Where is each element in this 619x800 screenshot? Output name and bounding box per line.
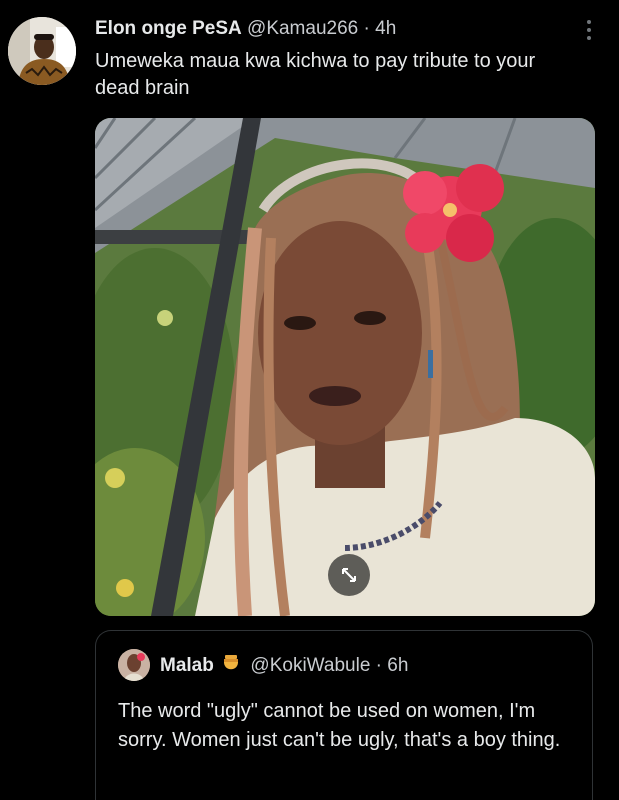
tweet-photo — [95, 118, 595, 616]
quote-header: Malab @KokiWabule · 6h — [160, 653, 408, 682]
quote-time[interactable]: 6h — [387, 655, 408, 676]
more-vertical-icon — [587, 20, 591, 40]
more-options-button[interactable] — [581, 16, 597, 44]
quote-avatar-image — [118, 649, 150, 681]
author-handle[interactable]: @Kamau266 — [247, 18, 358, 39]
tweet-time[interactable]: 4h — [375, 18, 396, 39]
tweet-text: Umeweka maua kwa kichwa to pay tribute t… — [95, 50, 536, 99]
quote-author-name[interactable]: Malab — [160, 655, 214, 676]
quote-header-separator: · — [375, 655, 382, 676]
tweet-media[interactable] — [95, 118, 595, 616]
tweet-header: Elon onge PeSA @Kamau266 · 4h — [95, 16, 579, 42]
expand-media-button[interactable] — [328, 554, 370, 596]
header-separator: · — [363, 18, 370, 39]
honey-pot-icon — [221, 654, 241, 682]
expand-icon — [342, 568, 356, 582]
quote-author-handle[interactable]: @KokiWabule — [250, 655, 370, 676]
quoted-tweet[interactable]: Malab @KokiWabule · 6h The word "ugly" c… — [95, 630, 593, 800]
quote-text: The word "ugly" cannot be used on women,… — [118, 700, 561, 751]
quote-author-avatar[interactable] — [118, 649, 150, 681]
author-name[interactable]: Elon onge PeSA — [95, 18, 242, 39]
author-avatar[interactable] — [8, 17, 76, 85]
avatar-image — [8, 17, 76, 85]
